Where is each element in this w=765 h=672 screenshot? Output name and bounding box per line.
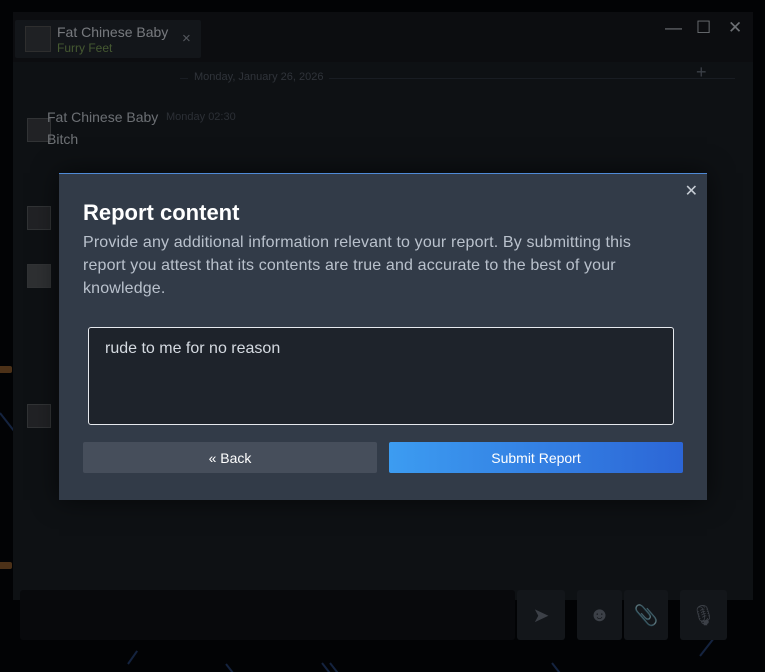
submit-report-button[interactable]: Submit Report — [389, 442, 683, 473]
report-details-field[interactable]: rude to me for no reason — [88, 327, 674, 425]
desktop: Fat Chinese Baby Furry Feet × — ☐ ✕ Mond… — [0, 0, 765, 672]
report-dialog: ✕ Report content Provide any additional … — [59, 173, 707, 500]
dialog-title: Report content — [83, 200, 240, 225]
dialog-description: Provide any additional information relev… — [83, 234, 631, 297]
back-button[interactable]: « Back — [83, 442, 377, 473]
close-icon[interactable]: ✕ — [685, 181, 698, 201]
